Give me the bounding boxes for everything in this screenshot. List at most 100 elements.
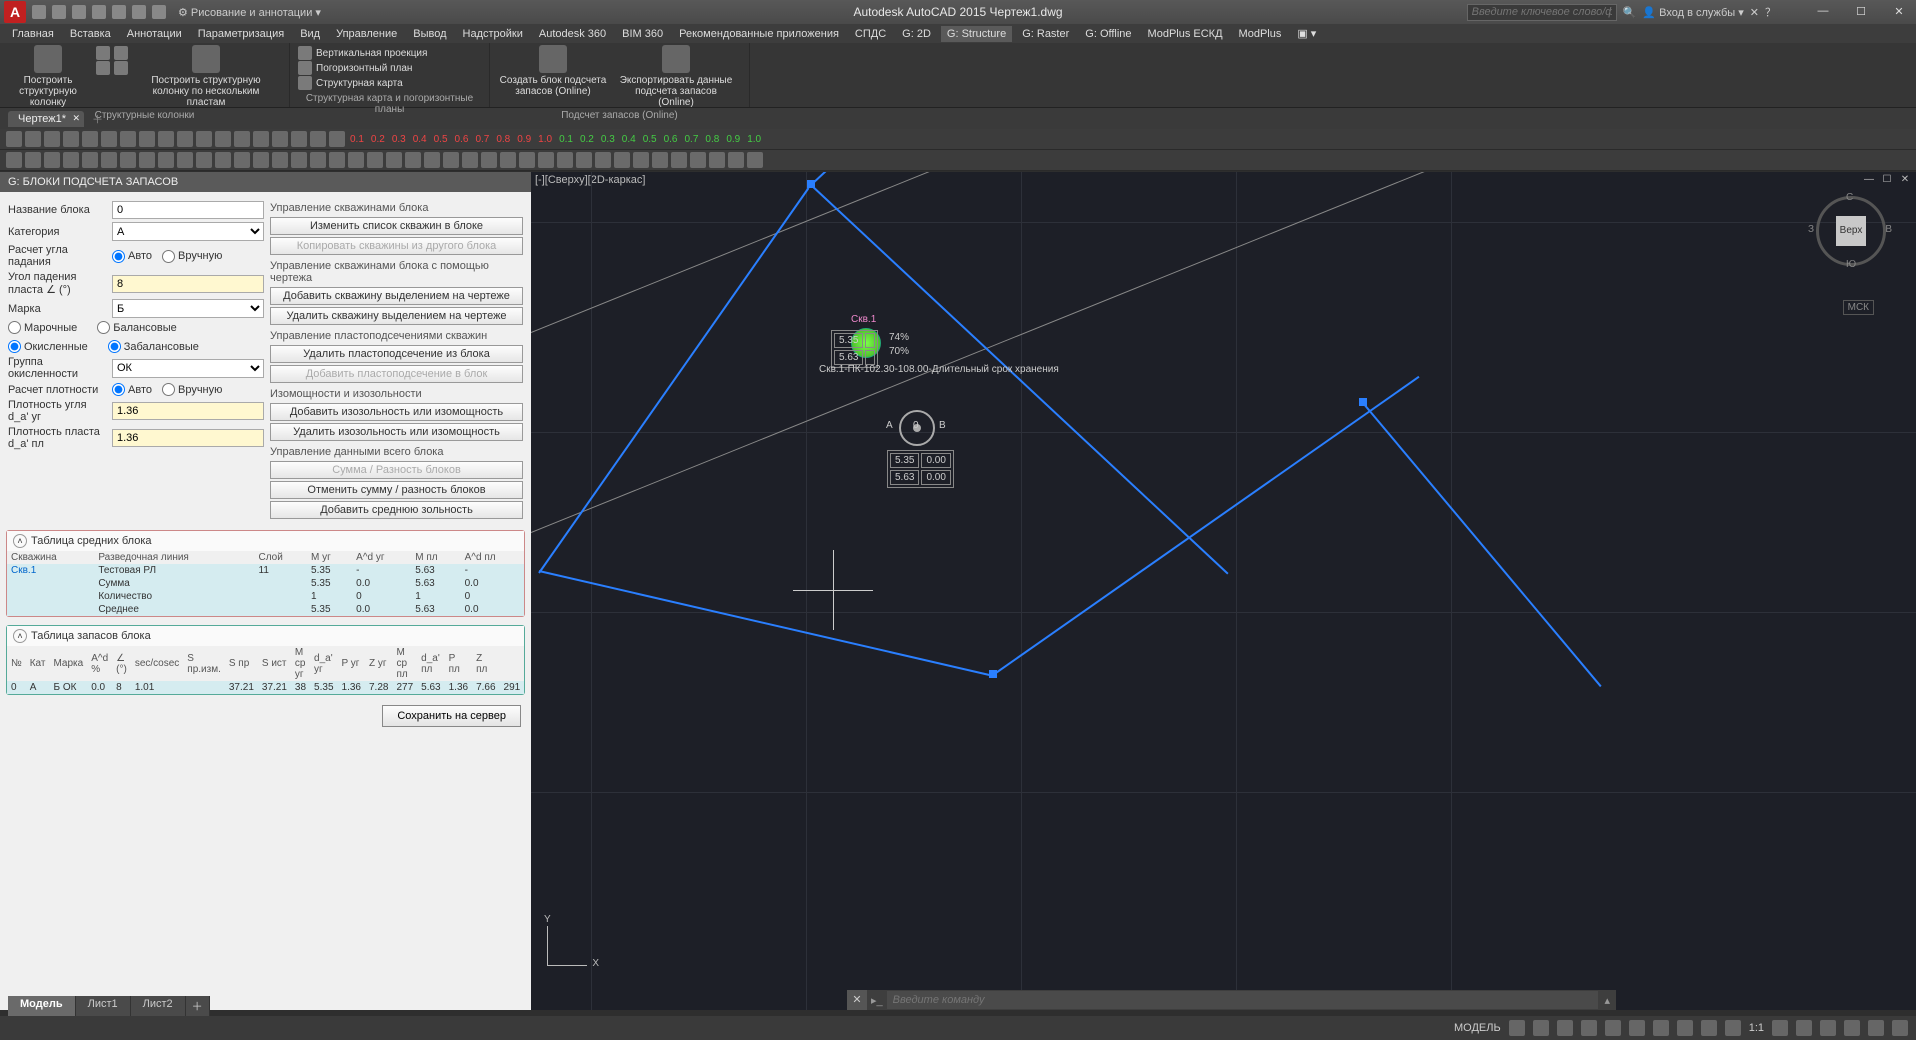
lineweight-toggle-icon[interactable]: [1653, 1020, 1669, 1036]
annoscale-icon[interactable]: [1725, 1020, 1741, 1036]
tool-icon[interactable]: [291, 152, 307, 168]
grid-icon[interactable]: [96, 46, 110, 60]
monitor-icon[interactable]: [1820, 1020, 1836, 1036]
tool-icon[interactable]: [405, 152, 421, 168]
tab-home[interactable]: Главная: [6, 26, 60, 42]
tab-output[interactable]: Вывод: [407, 26, 452, 42]
tool-icon[interactable]: [234, 131, 250, 147]
tab-annotate[interactable]: Аннотации: [121, 26, 188, 42]
model-toggle[interactable]: МОДЕЛЬ: [1454, 1022, 1501, 1034]
vp-restore-icon[interactable]: ☐: [1880, 174, 1894, 188]
close-tab-icon[interactable]: ✕: [72, 113, 80, 124]
tool-icon[interactable]: [139, 131, 155, 147]
tab-goffline[interactable]: G: Offline: [1079, 26, 1137, 42]
grid3-icon[interactable]: [96, 61, 110, 75]
gear-icon[interactable]: [1772, 1020, 1788, 1036]
tab-insert[interactable]: Вставка: [64, 26, 117, 42]
dip-input[interactable]: [112, 275, 264, 293]
isolate-icon[interactable]: [1844, 1020, 1860, 1036]
tool-icon[interactable]: [101, 131, 117, 147]
oxgroup-select[interactable]: ОК: [112, 359, 264, 378]
tab-modplus-eskd[interactable]: ModPlus ЕСКД: [1142, 26, 1229, 42]
polar-toggle-icon[interactable]: [1581, 1020, 1597, 1036]
exchange-icon[interactable]: ✕: [1750, 6, 1759, 19]
tool-icon[interactable]: [386, 152, 402, 168]
wcs-label[interactable]: МСК: [1843, 300, 1874, 315]
undo-sum-button[interactable]: Отменить сумму / разность блоков: [270, 481, 523, 499]
tool-icon[interactable]: [538, 152, 554, 168]
tab-a360[interactable]: Autodesk 360: [533, 26, 612, 42]
create-block-button[interactable]: Создать блок подсчета запасов (Online): [498, 45, 608, 97]
otrack-toggle-icon[interactable]: [1629, 1020, 1645, 1036]
tool-icon[interactable]: [652, 152, 668, 168]
tool-icon[interactable]: [215, 152, 231, 168]
undo-icon[interactable]: [132, 5, 146, 19]
horzplan-button[interactable]: Погоризонтный план: [298, 61, 481, 75]
tool-icon[interactable]: [310, 152, 326, 168]
tab-graster[interactable]: G: Raster: [1016, 26, 1075, 42]
auto-radio[interactable]: Авто: [112, 250, 152, 263]
vert-proj-button[interactable]: Вертикальная проекция: [298, 46, 481, 60]
grid4-icon[interactable]: [114, 61, 128, 75]
build-multi-column-button[interactable]: Построить структурную колонку по несколь…: [136, 45, 276, 108]
tool-icon[interactable]: [253, 152, 269, 168]
tab-spds[interactable]: СПДС: [849, 26, 892, 42]
viewcube[interactable]: Верх С Ю В З: [1816, 196, 1886, 266]
tab-manage[interactable]: Управление: [330, 26, 403, 42]
save-server-button[interactable]: Сохранить на сервер: [382, 705, 521, 727]
save-icon[interactable]: [72, 5, 86, 19]
del-iso-button[interactable]: Удалить изозольность или изомощность: [270, 423, 523, 441]
tool-icon[interactable]: [595, 152, 611, 168]
minimize-button[interactable]: —: [1812, 5, 1834, 19]
table-row[interactable]: 0AБ ОК0.081.0137.2137.21385.351.367.2827…: [7, 681, 524, 694]
tool-icon[interactable]: [709, 152, 725, 168]
tab-expand-icon[interactable]: ▣ ▾: [1291, 25, 1322, 42]
cycling-icon[interactable]: [1701, 1020, 1717, 1036]
tab-featured[interactable]: Рекомендованные приложения: [673, 26, 845, 42]
workspace-icon[interactable]: [1796, 1020, 1812, 1036]
block-name-input[interactable]: [112, 201, 264, 219]
add-ash-button[interactable]: Добавить среднюю зольность: [270, 501, 523, 519]
tool-icon[interactable]: [139, 152, 155, 168]
table-row[interactable]: Среднее5.350.05.630.0: [7, 603, 524, 616]
tool-icon[interactable]: [500, 152, 516, 168]
tool-icon[interactable]: [63, 131, 79, 147]
app-logo[interactable]: A: [4, 1, 26, 23]
new-icon[interactable]: [32, 5, 46, 19]
tool-icon[interactable]: [310, 131, 326, 147]
tool-icon[interactable]: [272, 131, 288, 147]
vertex[interactable]: [807, 180, 815, 188]
tool-icon[interactable]: [690, 152, 706, 168]
cmd-close-icon[interactable]: ✕: [847, 990, 867, 1010]
transparency-toggle-icon[interactable]: [1677, 1020, 1693, 1036]
tool-icon[interactable]: [120, 131, 136, 147]
table-row[interactable]: Скв.1Тестовая РЛ115.35-5.63-: [7, 564, 524, 577]
tool-icon[interactable]: [25, 152, 41, 168]
tab-modplus[interactable]: ModPlus: [1233, 26, 1288, 42]
tool-icon[interactable]: [329, 131, 345, 147]
add-well-draw-button[interactable]: Добавить скважину выделением на чертеже: [270, 287, 523, 305]
tool-icon[interactable]: [253, 131, 269, 147]
vertex[interactable]: [1359, 398, 1367, 406]
build-column-button[interactable]: Построить структурную колонку: [8, 45, 88, 108]
vp-minimize-icon[interactable]: —: [1862, 174, 1876, 188]
tool-icon[interactable]: [44, 131, 60, 147]
tool-icon[interactable]: [633, 152, 649, 168]
workspace-dropdown[interactable]: ⚙ Рисование и аннотации ▾: [178, 6, 321, 19]
table-row[interactable]: Сумма5.350.05.630.0: [7, 577, 524, 590]
grid-toggle-icon[interactable]: [1509, 1020, 1525, 1036]
tool-icon[interactable]: [63, 152, 79, 168]
tool-icon[interactable]: [82, 152, 98, 168]
tab-bim360[interactable]: BIM 360: [616, 26, 669, 42]
snap-toggle-icon[interactable]: [1533, 1020, 1549, 1036]
cmd-history-icon[interactable]: ▴: [1598, 994, 1616, 1007]
grid2-icon[interactable]: [114, 46, 128, 60]
add-layout-icon[interactable]: ＋: [186, 996, 210, 1016]
tool-icon[interactable]: [747, 152, 763, 168]
tool-icon[interactable]: [6, 152, 22, 168]
zabalansovye-radio[interactable]: Забалансовые: [108, 340, 199, 353]
tool-icon[interactable]: [424, 152, 440, 168]
tool-icon[interactable]: [234, 152, 250, 168]
add-tab-icon[interactable]: ＋: [92, 111, 103, 127]
vertex[interactable]: [989, 670, 997, 678]
